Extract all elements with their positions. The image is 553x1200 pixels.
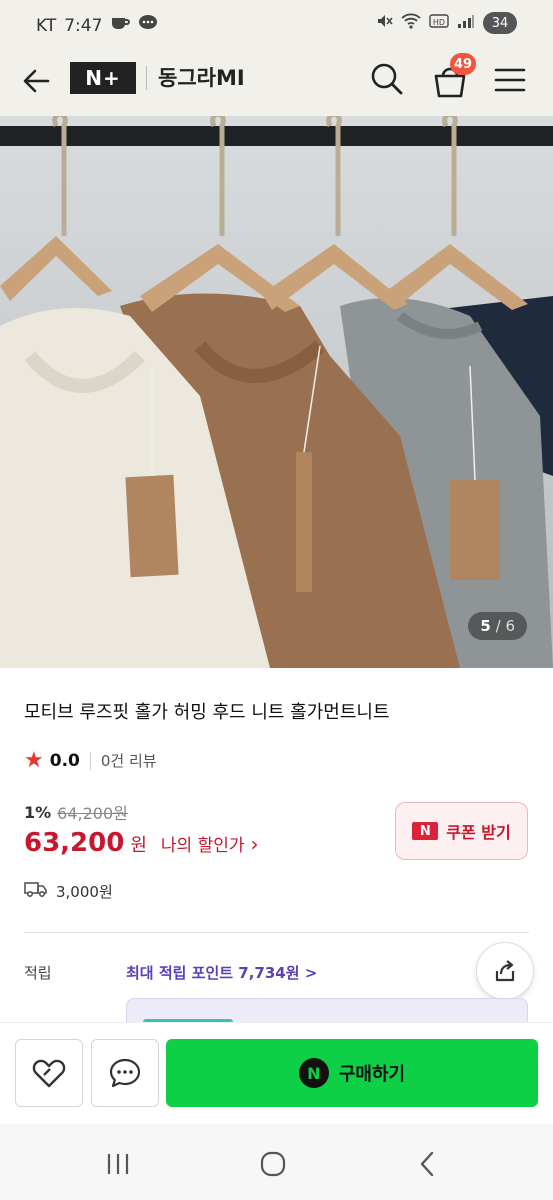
image-page-total: / 6 bbox=[495, 617, 515, 635]
status-bar: KT 7:47 HD 34 bbox=[0, 0, 553, 48]
rating-score: 0.0 bbox=[49, 750, 80, 771]
store-name[interactable]: 동그라MI bbox=[158, 62, 245, 94]
chat-bubble-icon bbox=[109, 1058, 141, 1088]
coupon-n-icon: N bbox=[412, 822, 439, 840]
rating-row[interactable]: ★ 0.0 0건 리뷰 bbox=[24, 748, 157, 773]
chevron-right-icon: › bbox=[250, 832, 259, 856]
hd-icon: HD bbox=[429, 13, 449, 33]
buy-button[interactable]: N 구매하기 bbox=[166, 1039, 538, 1107]
truck-icon bbox=[24, 880, 48, 902]
header-divider bbox=[146, 66, 147, 90]
home-button[interactable] bbox=[253, 1144, 293, 1184]
product-photo bbox=[0, 116, 553, 668]
clock: 7:47 bbox=[64, 15, 103, 36]
discount-line: 1% 64,200원 bbox=[24, 800, 128, 824]
mute-icon bbox=[375, 12, 393, 34]
points-label: 적립 bbox=[24, 964, 52, 982]
rating-divider bbox=[89, 751, 91, 770]
my-discount-link[interactable]: 나의 할인가 bbox=[161, 831, 245, 856]
search-icon bbox=[371, 63, 403, 95]
image-page-current: 5 bbox=[480, 617, 491, 635]
sale-price: 63,200 bbox=[24, 828, 125, 858]
coupon-button[interactable]: N 쿠폰 받기 bbox=[395, 802, 528, 860]
heart-icon bbox=[32, 1059, 66, 1088]
review-count[interactable]: 0건 리뷰 bbox=[101, 750, 157, 771]
section-divider bbox=[24, 932, 529, 933]
recent-apps-button[interactable] bbox=[98, 1144, 138, 1184]
coffee-icon bbox=[110, 14, 131, 37]
shipping-fee: 3,000원 bbox=[56, 882, 113, 901]
discount-rate: 1% bbox=[24, 802, 52, 822]
original-price: 64,200원 bbox=[57, 804, 128, 823]
buy-label: 구매하기 bbox=[338, 1064, 406, 1085]
wishlist-button[interactable] bbox=[15, 1039, 83, 1107]
battery-indicator: 34 bbox=[483, 12, 517, 34]
cart-count-badge: 49 bbox=[450, 53, 477, 75]
recent-apps-icon bbox=[107, 1154, 129, 1174]
status-right: HD 34 bbox=[375, 12, 517, 34]
chevron-left-icon bbox=[420, 1151, 434, 1177]
hamburger-menu-icon bbox=[494, 68, 526, 92]
svg-text:HD: HD bbox=[433, 18, 445, 27]
price-unit: 원 bbox=[130, 835, 147, 856]
back-button[interactable] bbox=[20, 64, 54, 98]
system-nav-bar bbox=[0, 1124, 553, 1200]
coupon-label: 쿠폰 받기 bbox=[446, 823, 511, 842]
search-button[interactable] bbox=[368, 60, 406, 98]
shipping-row: 3,000원 bbox=[24, 880, 113, 902]
star-icon: ★ bbox=[24, 748, 44, 773]
system-back-button[interactable] bbox=[408, 1144, 448, 1184]
naver-pay-n-icon: N bbox=[298, 1058, 329, 1088]
talk-notification-icon bbox=[138, 14, 158, 37]
status-left: KT 7:47 bbox=[36, 14, 158, 37]
arrow-left-icon bbox=[23, 69, 50, 93]
carrier-label: KT bbox=[36, 15, 57, 36]
share-icon bbox=[495, 960, 515, 982]
product-image-carousel[interactable]: 5 / 6 bbox=[0, 116, 553, 668]
naver-plus-badge: N+ bbox=[85, 66, 121, 90]
image-page-indicator: 5 / 6 bbox=[468, 612, 527, 640]
signal-icon bbox=[457, 13, 475, 33]
product-title: 모티브 루즈핏 홀가 허밍 후드 니트 홀가먼트니트 bbox=[24, 702, 390, 723]
price-line: 63,200 원 나의 할인가 › bbox=[24, 828, 259, 858]
talk-talk-button[interactable] bbox=[91, 1039, 159, 1107]
max-points-link[interactable]: 최대 적립 포인트 7,734원 > bbox=[126, 962, 317, 983]
wifi-icon bbox=[401, 12, 421, 34]
bottom-action-bar: N 구매하기 bbox=[0, 1022, 553, 1124]
naver-plus-logo[interactable]: N+ bbox=[70, 62, 136, 94]
share-button[interactable] bbox=[476, 942, 534, 1000]
app-header: N+ 동그라MI 49 bbox=[0, 48, 553, 116]
menu-button[interactable] bbox=[492, 62, 528, 98]
home-icon bbox=[260, 1151, 286, 1177]
